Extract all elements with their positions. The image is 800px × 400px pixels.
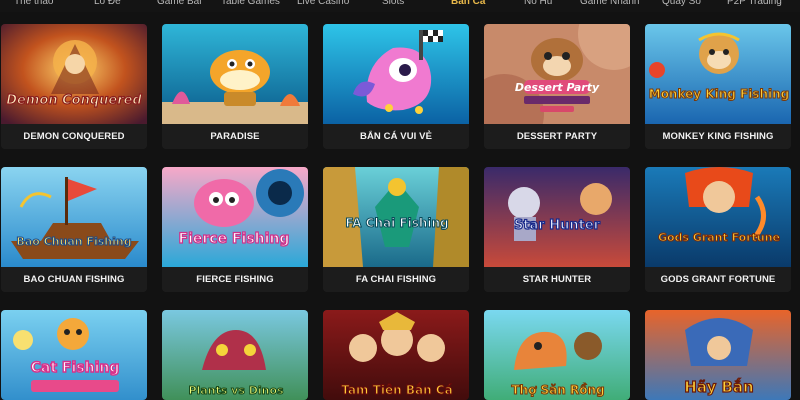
game-title: MONKEY KING FISHING [662,131,774,142]
game-art-title: Bao Chuan Fishing [16,235,131,248]
game-card-tam-tien-ban-ca[interactable]: Tam Tiên Bắn Cá [323,310,469,400]
game-thumbnail: Thợ Săn Rồng [484,310,630,400]
game-title: BAO CHUAN FISHING [23,274,125,285]
game-card-demon-conquered[interactable]: Demon Conquered DEMON CONQUERED [1,24,147,149]
game-art-title: Dessert Party [515,81,600,94]
game-card-fierce-fishing[interactable]: Fierce Fishing FIERCE FISHING [162,167,308,292]
game-thumbnail: Bao Chuan Fishing [1,167,147,267]
game-title: PARADISE [210,131,260,142]
game-title: DEMON CONQUERED [23,131,125,142]
game-card-hay-ban[interactable]: Hãy Bắn [645,310,791,400]
game-art-title: Fierce Fishing [179,231,290,247]
game-art-title: Thợ Săn Rồng [511,383,604,397]
game-label-bar: MONKEY KING FISHING [645,124,791,149]
game-thumbnail: FA Chai Fishing [323,167,469,267]
game-art-title: Tam Tiên Bắn Cá [341,383,452,397]
game-card-paradise[interactable]: PARADISE [162,24,308,149]
game-thumbnail: Star Hunter [484,167,630,267]
game-art-title: Gods Grant Fortune [658,231,780,244]
game-thumbnail: Gods Grant Fortune [645,167,791,267]
game-art-title: Monkey King Fishing [649,87,790,101]
game-thumbnail: Dessert Party [484,24,630,124]
game-art-title: Hãy Bắn [684,377,753,396]
game-card-bao-chuan-fishing[interactable]: Bao Chuan Fishing BAO CHUAN FISHING [1,167,147,292]
game-title: BẮN CÁ VUI VẺ [359,131,433,142]
game-label-bar: FA CHAI FISHING [323,267,469,292]
game-thumbnail: Fierce Fishing [162,167,308,267]
game-art-title: Plants vs Dinos [188,384,284,397]
game-card-plants-vs-dinos[interactable]: Plants vs Dinos [162,310,308,400]
game-thumbnail: Demon Conquered [1,24,147,124]
game-label-bar: PARADISE [162,124,308,149]
game-thumbnail [162,24,308,124]
game-thumbnail: Hãy Bắn [645,310,791,400]
game-label-bar: BAO CHUAN FISHING [1,267,147,292]
game-card-monkey-king-fishing[interactable]: Monkey King Fishing MONKEY KING FISHING [645,24,791,149]
game-thumbnail: Cat Fishing [1,310,147,400]
game-art-title: FA Chai Fishing [345,216,448,230]
game-title: GODS GRANT FORTUNE [660,274,776,285]
game-label-bar: DESSERT PARTY [484,124,630,149]
game-thumbnail: Monkey King Fishing [645,24,791,124]
game-thumbnail: Plants vs Dinos [162,310,308,400]
game-card-ban-ca-vui-ve[interactable]: BẮN CÁ VUI VẺ [323,24,469,149]
game-card-fa-chai-fishing[interactable]: FA Chai Fishing FA CHAI FISHING [323,167,469,292]
game-title: DESSERT PARTY [516,131,598,142]
game-card-star-hunter[interactable]: Star Hunter STAR HUNTER [484,167,630,292]
game-art-title: Demon Conquered [6,93,142,108]
game-thumbnail: Tam Tiên Bắn Cá [323,310,469,400]
game-label-bar: FIERCE FISHING [162,267,308,292]
game-thumbnail [323,24,469,124]
game-card-tho-san-rong[interactable]: Thợ Săn Rồng [484,310,630,400]
game-title: FIERCE FISHING [196,274,274,285]
game-title: FA CHAI FISHING [355,274,437,285]
game-card-gods-grant-fortune[interactable]: Gods Grant Fortune GODS GRANT FORTUNE [645,167,791,292]
game-label-bar: DEMON CONQUERED [1,124,147,149]
game-label-bar: BẮN CÁ VUI VẺ [323,124,469,149]
game-art-title: Cat Fishing [31,360,120,376]
game-grid: Demon Conquered DEMON CONQUERED PARADISE [0,0,800,400]
game-card-dessert-party[interactable]: Dessert Party DESSERT PARTY [484,24,630,149]
game-art-title: Star Hunter [514,218,601,233]
game-card-cat-fishing[interactable]: Cat Fishing [1,310,147,400]
game-label-bar: GODS GRANT FORTUNE [645,267,791,292]
game-label-bar: STAR HUNTER [484,267,630,292]
game-title: STAR HUNTER [522,274,592,285]
